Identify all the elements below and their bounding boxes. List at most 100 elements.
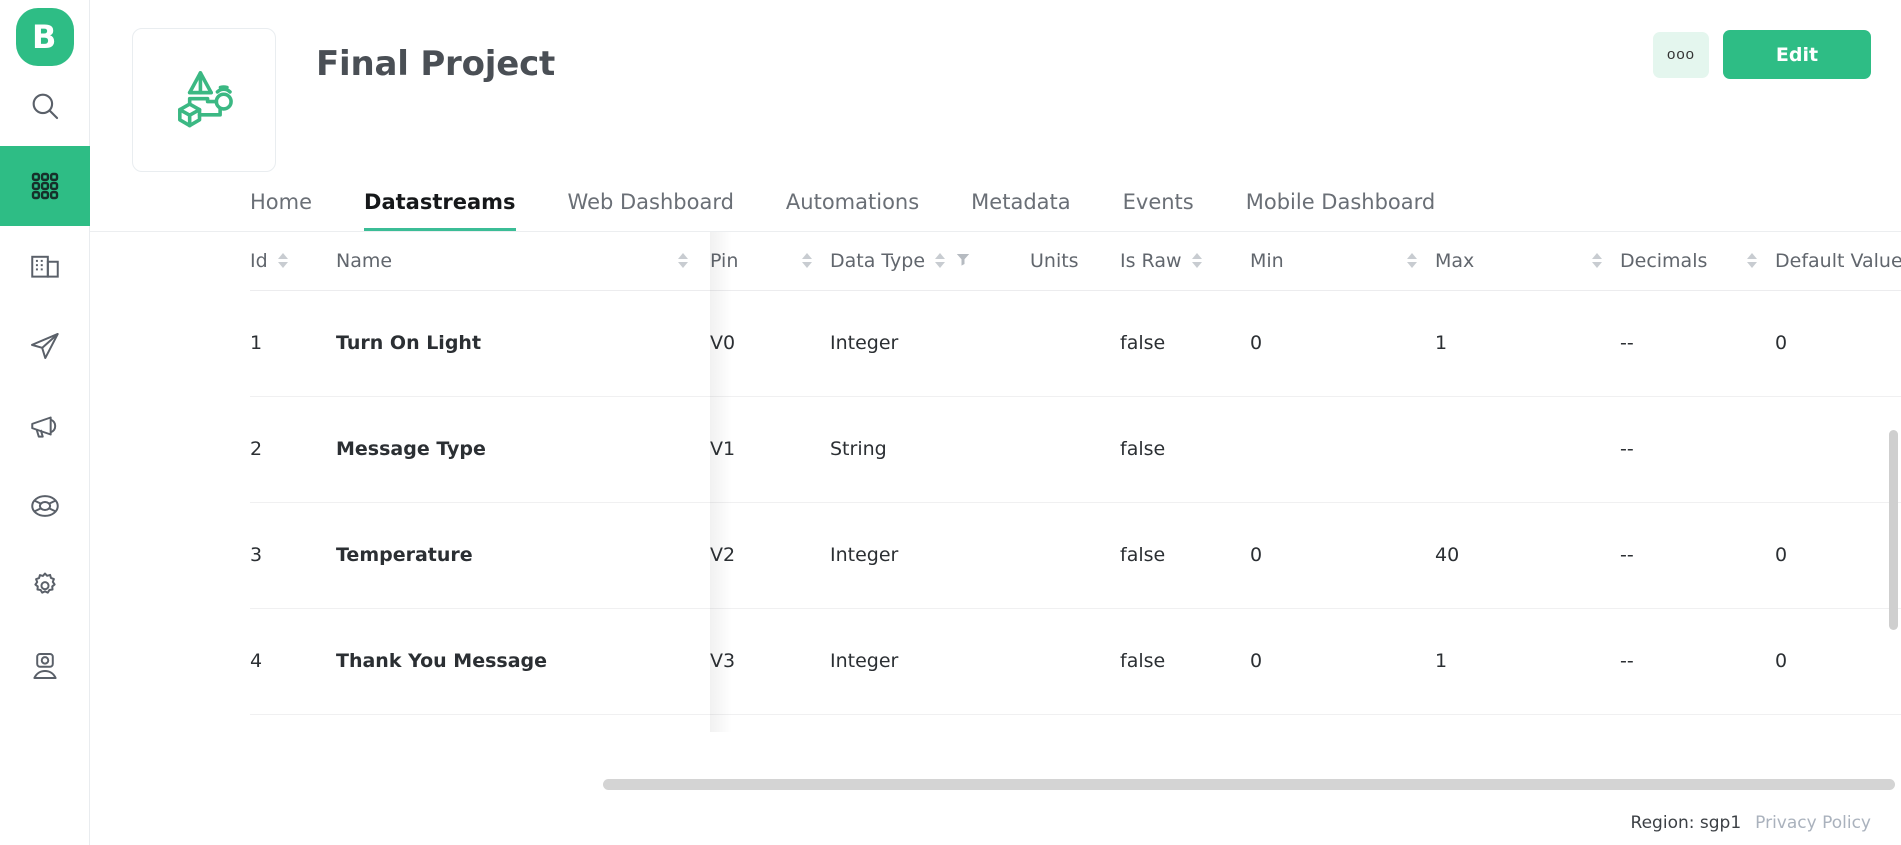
cell-data-type: Integer bbox=[830, 290, 1030, 397]
cell-units bbox=[1030, 608, 1120, 715]
column-label-max: Max bbox=[1435, 249, 1475, 272]
sidebar-item-announcements[interactable] bbox=[0, 386, 90, 466]
building-icon bbox=[28, 249, 62, 283]
column-header-decimals[interactable]: Decimals bbox=[1620, 232, 1775, 291]
sidebar-item-messages[interactable] bbox=[0, 306, 90, 386]
column-label-data-type: Data Type bbox=[830, 249, 926, 272]
horizontal-scrollbar[interactable] bbox=[603, 779, 1895, 790]
cell-pin: V2 bbox=[710, 502, 830, 609]
table-row[interactable]: 2 Message Type V1 String false -- bbox=[250, 396, 1901, 503]
cell-units bbox=[1030, 502, 1120, 609]
sort-toggle-decimals[interactable] bbox=[1747, 253, 1757, 269]
tab-mobile-dashboard[interactable]: Mobile Dashboard bbox=[1246, 190, 1436, 231]
tab-web-dashboard[interactable]: Web Dashboard bbox=[568, 190, 734, 231]
user-icon bbox=[28, 649, 62, 683]
cell-pin: V0 bbox=[710, 290, 830, 397]
main-content: Final Project ooo Edit Home Datastreams … bbox=[90, 0, 1901, 845]
cell-id: 2 bbox=[250, 396, 336, 503]
cell-name: Thank You Message bbox=[336, 608, 710, 715]
table-row[interactable]: 1 Turn On Light V0 Integer false 0 1 -- … bbox=[250, 290, 1901, 397]
sort-toggle-id[interactable] bbox=[277, 253, 288, 269]
cell-name: Temperature bbox=[336, 502, 710, 609]
column-header-min[interactable]: Min bbox=[1250, 232, 1435, 291]
table-row[interactable]: 3 Temperature V2 Integer false 0 40 -- 0 bbox=[250, 502, 1901, 609]
cell-max: 1 bbox=[1435, 608, 1620, 715]
megaphone-icon bbox=[28, 409, 62, 443]
more-options-button[interactable]: ooo bbox=[1653, 31, 1709, 78]
cell-default-value: 0 bbox=[1775, 502, 1901, 609]
sidebar: B bbox=[0, 0, 90, 845]
cell-units bbox=[1030, 396, 1120, 503]
datastreams-table-container: Id Name Pin Data Type Units Is Raw Min M… bbox=[250, 232, 1901, 764]
sort-toggle-data-type[interactable] bbox=[935, 253, 946, 269]
sidebar-item-search[interactable] bbox=[0, 66, 90, 146]
tab-events[interactable]: Events bbox=[1123, 190, 1194, 231]
search-icon bbox=[28, 89, 62, 123]
table-header-row: Id Name Pin Data Type Units Is Raw Min M… bbox=[250, 232, 1901, 291]
brand-logo-letter: B bbox=[32, 18, 57, 56]
gear-icon bbox=[28, 569, 62, 603]
vertical-scrollbar[interactable] bbox=[1889, 430, 1898, 630]
column-label-pin: Pin bbox=[710, 249, 739, 272]
table-header: Id Name Pin Data Type Units Is Raw Min M… bbox=[250, 232, 1901, 291]
tab-datastreams[interactable]: Datastreams bbox=[364, 190, 516, 231]
cell-default-value: 0 bbox=[1775, 608, 1901, 715]
cell-decimals: -- bbox=[1620, 396, 1775, 503]
cell-min bbox=[1250, 396, 1435, 503]
brand-logo[interactable]: B bbox=[15, 8, 74, 66]
send-icon bbox=[28, 329, 62, 363]
datastreams-table: Id Name Pin Data Type Units Is Raw Min M… bbox=[250, 232, 1901, 715]
column-label-decimals: Decimals bbox=[1620, 249, 1708, 272]
project-icon-box bbox=[132, 28, 276, 172]
column-header-data-type[interactable]: Data Type bbox=[830, 232, 1030, 291]
footer: Region: sgp1 Privacy Policy bbox=[1631, 813, 1871, 833]
edit-button[interactable]: Edit bbox=[1723, 30, 1871, 79]
sidebar-item-account[interactable] bbox=[0, 626, 90, 706]
cell-name: Turn On Light bbox=[336, 290, 710, 397]
cell-id: 1 bbox=[250, 290, 336, 397]
cell-min: 0 bbox=[1250, 290, 1435, 397]
cell-max: 40 bbox=[1435, 502, 1620, 609]
tab-metadata[interactable]: Metadata bbox=[971, 190, 1070, 231]
cell-min: 0 bbox=[1250, 502, 1435, 609]
iot-diagram-icon bbox=[161, 55, 247, 146]
cell-is-raw: false bbox=[1120, 608, 1250, 715]
sidebar-item-devices[interactable] bbox=[0, 146, 90, 226]
column-header-id[interactable]: Id bbox=[250, 232, 336, 291]
column-label-id: Id bbox=[250, 249, 268, 272]
sort-toggle-max[interactable] bbox=[1592, 253, 1602, 269]
horizontal-scrollbar-thumb[interactable] bbox=[603, 779, 1895, 790]
column-header-is-raw[interactable]: Is Raw bbox=[1120, 232, 1250, 291]
cell-decimals: -- bbox=[1620, 608, 1775, 715]
sidebar-item-settings[interactable] bbox=[0, 546, 90, 626]
column-label-name: Name bbox=[336, 249, 393, 272]
filter-icon-data-type[interactable] bbox=[955, 250, 971, 272]
sidebar-item-support[interactable] bbox=[0, 466, 90, 546]
sort-toggle-is-raw[interactable] bbox=[1191, 253, 1202, 269]
project-header: Final Project bbox=[90, 0, 1901, 172]
lifebuoy-icon bbox=[28, 489, 62, 523]
column-label-min: Min bbox=[1250, 249, 1284, 272]
column-label-is-raw: Is Raw bbox=[1120, 249, 1182, 272]
sort-toggle-pin[interactable] bbox=[802, 253, 812, 269]
cell-decimals: -- bbox=[1620, 290, 1775, 397]
column-header-units[interactable]: Units bbox=[1030, 232, 1120, 291]
column-label-units: Units bbox=[1030, 249, 1079, 272]
privacy-policy-link[interactable]: Privacy Policy bbox=[1755, 813, 1871, 833]
tab-bar: Home Datastreams Web Dashboard Automatio… bbox=[90, 170, 1901, 232]
sort-toggle-name[interactable] bbox=[678, 253, 688, 269]
column-header-pin[interactable]: Pin bbox=[710, 232, 830, 291]
sidebar-item-organizations[interactable] bbox=[0, 226, 90, 306]
cell-data-type: Integer bbox=[830, 502, 1030, 609]
column-header-name[interactable]: Name bbox=[336, 232, 710, 291]
cell-max bbox=[1435, 396, 1620, 503]
sort-toggle-min[interactable] bbox=[1407, 253, 1417, 269]
cell-units bbox=[1030, 290, 1120, 397]
table-row[interactable]: 4 Thank You Message V3 Integer false 0 1… bbox=[250, 608, 1901, 715]
table-body: 1 Turn On Light V0 Integer false 0 1 -- … bbox=[250, 290, 1901, 715]
tab-home[interactable]: Home bbox=[250, 190, 312, 231]
column-header-max[interactable]: Max bbox=[1435, 232, 1620, 291]
tab-automations[interactable]: Automations bbox=[786, 190, 919, 231]
cell-max: 1 bbox=[1435, 290, 1620, 397]
column-header-default-value[interactable]: Default Value bbox=[1775, 232, 1901, 291]
